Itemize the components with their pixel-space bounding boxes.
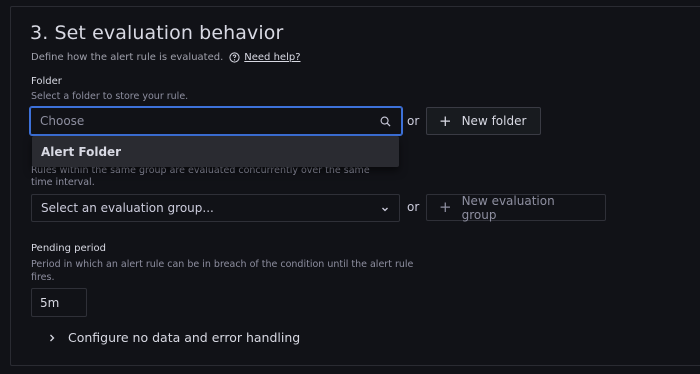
configure-no-data-label: Configure no data and error handling <box>68 330 301 345</box>
question-circle-icon <box>229 52 240 63</box>
group-sublabel-line2: time interval. <box>31 177 95 188</box>
folder-dropdown-option[interactable]: Alert Folder <box>32 136 399 167</box>
folder-label: Folder <box>31 76 62 87</box>
pending-sublabel-line1: Period in which an alert rule can be in … <box>31 259 414 270</box>
folder-or-text: or <box>407 114 420 128</box>
need-help-link[interactable]: Need help? <box>229 52 301 63</box>
pending-sublabel-line2: fires. <box>31 272 55 283</box>
new-evaluation-group-button[interactable]: + New evaluation group <box>426 193 606 222</box>
evaluation-group-placeholder: Select an evaluation group... <box>41 201 214 215</box>
plus-icon: + <box>439 111 452 130</box>
folder-placeholder: Choose <box>40 114 85 128</box>
new-folder-button[interactable]: + New folder <box>426 107 542 135</box>
evaluation-group-select[interactable]: Select an evaluation group... <box>31 194 400 222</box>
new-folder-label: New folder <box>461 114 527 128</box>
need-help-label: Need help? <box>244 52 301 63</box>
pending-period-value: 5m <box>40 295 60 310</box>
folder-sublabel: Select a folder to store your rule. <box>31 91 189 102</box>
group-or-text: or <box>407 200 420 214</box>
section-description: Define how the alert rule is evaluated. <box>31 52 224 63</box>
pending-period-input[interactable]: 5m <box>31 288 87 317</box>
pending-period-label: Pending period <box>31 243 107 254</box>
configure-no-data-toggle[interactable]: Configure no data and error handling <box>48 330 300 345</box>
section-description-row: Define how the alert rule is evaluated. … <box>31 52 301 63</box>
chevron-down-icon <box>382 207 388 212</box>
section-title: 3. Set evaluation behavior <box>30 22 284 44</box>
new-evaluation-group-label: New evaluation group <box>461 193 555 222</box>
search-icon <box>380 116 391 127</box>
folder-select-input[interactable]: Choose <box>29 106 403 136</box>
chevron-right-icon <box>50 334 55 341</box>
folder-option-label: Alert Folder <box>41 144 122 159</box>
plus-icon: + <box>439 198 452 216</box>
